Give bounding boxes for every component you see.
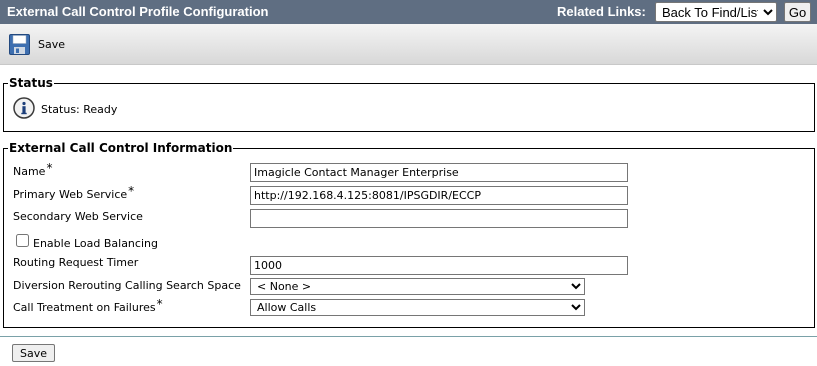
diversion-rerouting-css-select[interactable]: < None > xyxy=(250,278,585,295)
related-links-select[interactable]: Back To Find/List xyxy=(655,2,777,22)
primary-web-service-label: Primary Web Service* xyxy=(13,184,135,201)
status-text: Status: Ready xyxy=(41,103,118,116)
toolbar: Save xyxy=(0,24,817,65)
routing-request-timer-field[interactable] xyxy=(250,256,628,275)
go-button[interactable]: Go xyxy=(784,2,811,22)
status-legend: Status xyxy=(9,76,53,90)
save-button[interactable]: Save xyxy=(12,344,55,362)
primary-web-service-field[interactable] xyxy=(250,186,628,205)
related-links-label: Related Links: xyxy=(557,4,646,19)
page-title: External Call Control Profile Configurat… xyxy=(7,4,269,19)
info-icon xyxy=(13,97,35,119)
status-section: Status xyxy=(3,76,815,132)
call-treatment-label: Call Treatment on Failures* xyxy=(13,297,163,314)
divider xyxy=(0,336,817,337)
title-bar: External Call Control Profile Configurat… xyxy=(0,0,817,24)
required-marker: * xyxy=(156,297,163,311)
secondary-web-service-field[interactable] xyxy=(250,209,628,228)
ecc-legend: External Call Control Information xyxy=(9,141,233,155)
call-treatment-select[interactable]: Allow Calls xyxy=(250,299,585,316)
secondary-web-service-label: Secondary Web Service xyxy=(13,210,143,223)
enable-load-balancing-checkbox[interactable] xyxy=(16,234,29,247)
name-field[interactable] xyxy=(250,163,628,182)
diversion-rerouting-css-label: Diversion Rerouting Calling Search Space xyxy=(13,279,241,292)
name-label: Name* xyxy=(13,161,53,178)
routing-request-timer-label: Routing Request Timer xyxy=(13,256,139,269)
floppy-disk-icon[interactable] xyxy=(9,34,30,55)
required-marker: * xyxy=(128,184,135,198)
enable-load-balancing-label: Enable Load Balancing xyxy=(33,237,158,250)
required-marker: * xyxy=(46,161,53,175)
toolbar-save-label[interactable]: Save xyxy=(38,38,65,51)
